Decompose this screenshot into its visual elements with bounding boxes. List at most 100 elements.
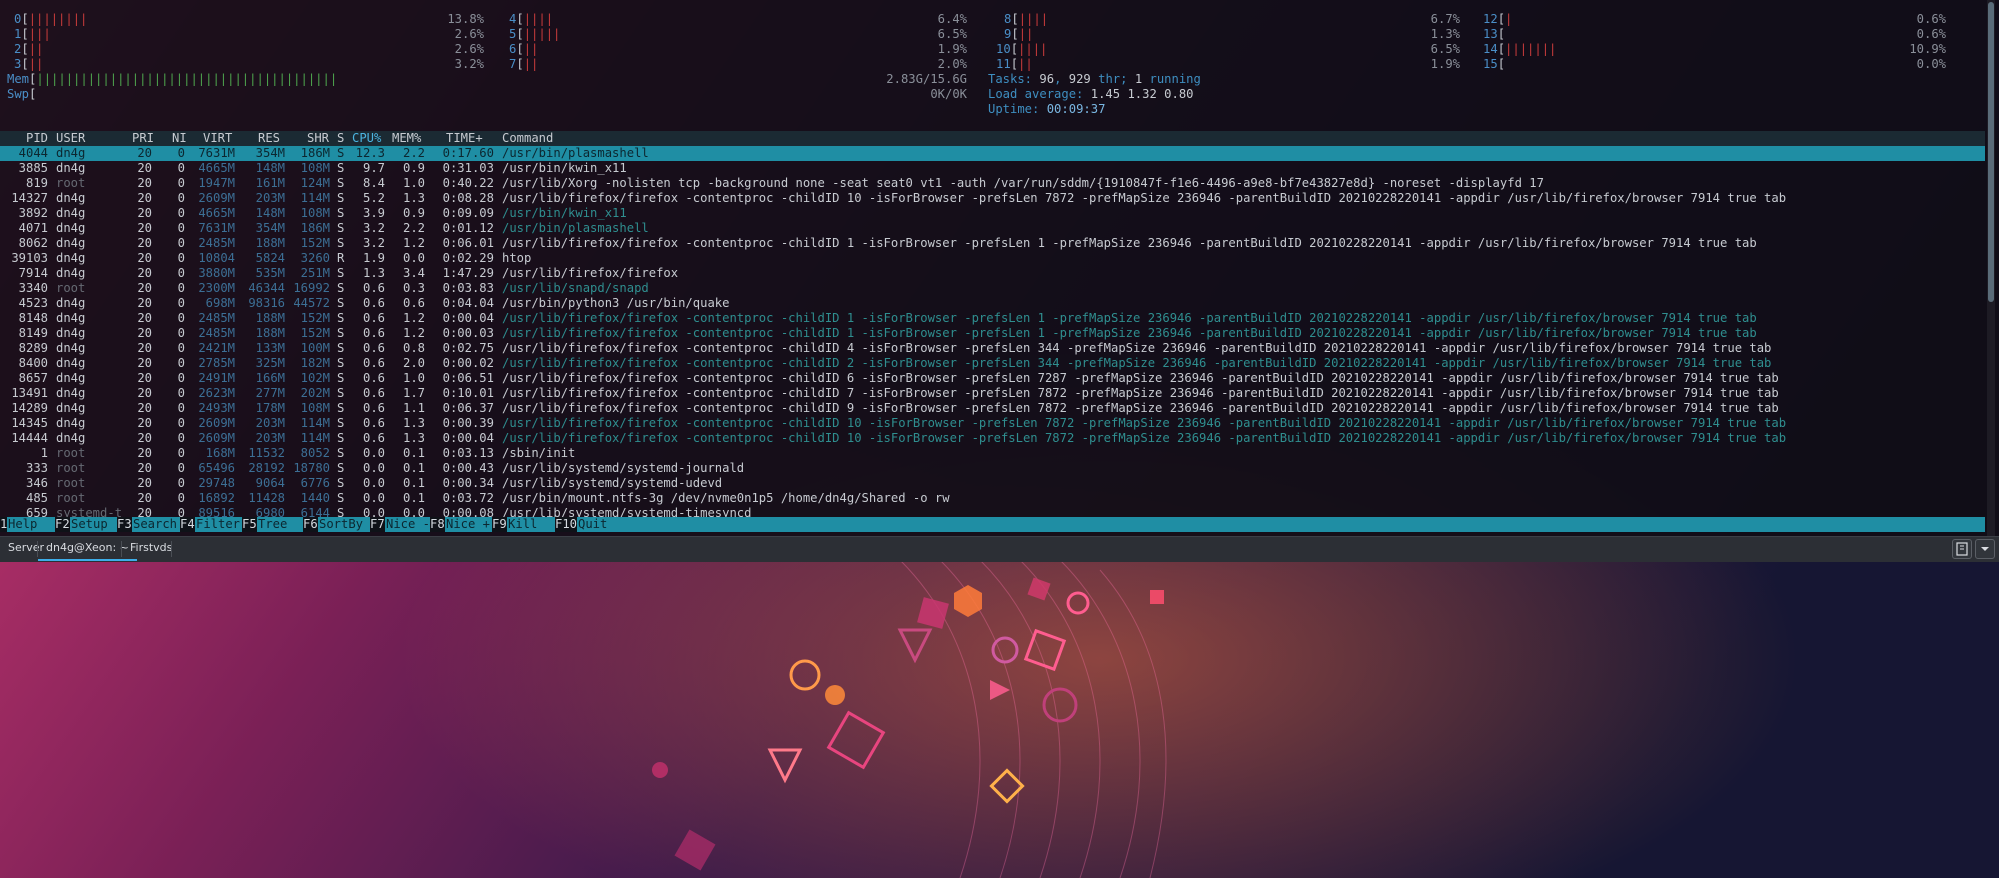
col-s[interactable]: S [337,131,344,146]
col-virt[interactable]: VIRT [203,131,232,146]
process-row[interactable]: 14327 dn4g 20 0 2609M 203M 114M S 5.2 1.3 0:08.28 /… [0,191,1985,206]
process-row[interactable]: 4071 dn4g 20 0 7631M 354M 186M S 3.2 2.2 0:01.12/u… [0,221,1985,236]
cell-virt: 698M [205,296,235,310]
col-time[interactable]: TIME+ [446,131,483,146]
cell-ni: 0 [177,206,185,220]
cell-pri: 20 [137,401,152,415]
process-row[interactable]: 346 root 20 0 29748 9064 6776 S 0.0 0.1 0:00.34/us… [0,476,1985,491]
process-row[interactable]: 14345 dn4g 20 0 2609M 203M 114M S 0.6 1.3 0:00.39 /… [0,416,1985,431]
cell-mem: 0.6 [402,296,425,310]
cell-user: dn4g [56,341,86,355]
cell-command: htop [502,251,532,265]
fkey-1[interactable]: 1 [0,517,8,532]
process-row[interactable]: 3892 dn4g 20 0 4665M 148M 108M S 3.9 0.9 0:09.09/u… [0,206,1985,221]
cell-ni: 0 [177,446,185,460]
cell-s: S [337,191,345,205]
cell-user: dn4g [56,416,86,430]
cell-pid: 4044 [18,146,48,160]
process-row[interactable]: 8062 dn4g 20 0 2485M 188M 152M S 3.2 1.2 0:06.01/u… [0,236,1985,251]
cell-mem: 2.2 [402,146,425,160]
process-row[interactable]: 14289 dn4g 20 0 2493M 178M 108M S 0.6 1.1 0:06.37 /… [0,401,1985,416]
fkey-label-f6[interactable]: SortBy [319,517,363,532]
process-row[interactable]: 3885 dn4g 20 0 4665M 148M 108M S 9.7 0.9 0:31.03/u… [0,161,1985,176]
process-row[interactable]: 39103 dn4g 20 0 10804 5824 3260 R 1.9 0.0 0:02.29 h… [0,251,1985,266]
new-tab-button[interactable] [1952,539,1972,559]
process-row[interactable]: 8289 dn4g 20 0 2421M 133M 100M S 0.6 0.8 0:02.75/u… [0,341,1985,356]
cell-s: S [337,356,345,370]
process-row[interactable]: 8148 dn4g 20 0 2485M 188M 152M S 0.6 1.2 0:00.04/u… [0,311,1985,326]
cpu-meter-14: 14[||||||| 10.9% [1483,42,1946,56]
process-row[interactable]: 8400 dn4g 20 0 2785M 325M 182M S 0.6 2.0 0:00.02/u… [0,356,1985,371]
cell-time: 0:09.09 [442,206,494,220]
cell-pri: 20 [137,356,152,370]
process-row[interactable]: 8149 dn4g 20 0 2485M 188M 152M S 0.6 1.2 0:00.03/u… [0,326,1985,341]
cell-pid: 7914 [18,266,48,280]
cell-pri: 20 [137,191,152,205]
cell-pri: 20 [137,476,152,490]
fkey-label-f8[interactable]: Nice + [446,517,490,532]
fkey-label-f7[interactable]: Nice - [386,517,430,532]
cell-pri: 20 [137,176,152,190]
process-row[interactable]: 819 root 20 0 1947M 161M 124M S 8.4 1.0 0:40.22/us… [0,176,1985,191]
fkey-f4[interactable]: F4 [180,517,195,532]
cell-mem: 1.2 [402,236,425,250]
cell-mem: 0.9 [402,206,425,220]
fkey-f3[interactable]: F3 [117,517,132,532]
fkey-label-f3[interactable]: Search [133,517,177,532]
fkey-f7[interactable]: F7 [370,517,385,532]
col-cpu[interactable]: CPU% [352,131,381,146]
cell-cpu: 0.6 [362,341,385,355]
process-row[interactable]: 4523 dn4g 20 0 698M 98316 44572 S 0.6 0.6 0:04.04 /… [0,296,1985,311]
process-row[interactable]: 8657 dn4g 20 0 2491M 166M 102M S 0.6 1.0 0:06.51/u… [0,371,1985,386]
terminal-scrollbar[interactable] [1987,0,1995,536]
cell-time: 0:03.83 [442,281,494,295]
cell-mem: 1.1 [402,401,425,415]
fkey-f8[interactable]: F8 [430,517,445,532]
fkey-f6[interactable]: F6 [303,517,318,532]
fkey-label-f10[interactable]: Quit [578,517,607,532]
cpu-meter-0: 0[|||||||| 13.8% [14,12,484,26]
cpu-meter-9: 9[|| 1.3% [1004,27,1460,41]
col-pid[interactable]: PID [26,131,48,146]
fkey-f5[interactable]: F5 [242,517,257,532]
menu-dropdown-icon [1981,547,1989,551]
terminal-window[interactable]: 0[|||||||| 13.8% 1[||| 2.6% 2[|| 2.6% 3[|| 3… [0,0,1999,536]
process-row[interactable]: 7914 dn4g 20 0 3880M 535M 251M S 1.3 3.4 1:47.29/u… [0,266,1985,281]
cell-cpu: 0.6 [362,416,385,430]
scrollbar-thumb[interactable] [1988,2,1994,302]
fkey-f9[interactable]: F9 [492,517,507,532]
fkey-f10[interactable]: F10 [555,517,578,532]
cell-shr: 108M [300,161,330,175]
process-row[interactable]: 485 root 20 0 16892 11428 1440 S 0.0 0.1 0:03.72/u… [0,491,1985,506]
cell-mem: 0.1 [402,476,425,490]
process-row[interactable]: 1 root 20 0 168M 11532 8052 S 0.0 0.1 0:03.13/sbin… [0,446,1985,461]
cell-virt: 1947M [198,176,235,190]
cell-pid: 14289 [11,401,48,415]
tab-menu-button[interactable] [1975,539,1995,559]
col-pri[interactable]: PRI [132,131,154,146]
fkey-label-f2[interactable]: Setup [71,517,108,532]
cell-s: R [337,251,345,265]
fkey-label-f9[interactable]: Kill [508,517,537,532]
fkey-label-1[interactable]: Help [8,517,37,532]
col-shr[interactable]: SHR [307,131,329,146]
col-res[interactable]: RES [258,131,280,146]
process-row[interactable]: 3340 root 20 0 2300M 46344 16992 S 0.6 0.3 0:03.83… [0,281,1985,296]
process-row[interactable]: 333 root 20 0 65496 28192 18780 S 0.0 0.1 0:00.43 /… [0,461,1985,476]
cell-ni: 0 [177,311,185,325]
fkey-f2[interactable]: F2 [55,517,70,532]
fkey-label-f4[interactable]: Filter [196,517,240,532]
process-row[interactable]: 13491 dn4g 20 0 2623M 277M 202M S 0.6 1.7 0:10.01 /… [0,386,1985,401]
col-mem[interactable]: MEM% [392,131,421,146]
fkey-label-f5[interactable]: Tree [258,517,287,532]
cell-command: /usr/bin/plasmashell [502,221,649,235]
process-row[interactable]: 14444 dn4g 20 0 2609M 203M 114M S 0.6 1.3 0:00.04 /… [0,431,1985,446]
cell-s: S [337,491,345,505]
cell-s: S [337,146,345,160]
process-row-selected[interactable]: 4044 dn4g 20 0 7631M 354M 186M S 12.3 2.2 0:17.60 /… [0,146,1985,161]
cell-virt: 3880M [198,266,235,280]
col-user[interactable]: USER [56,131,85,146]
col-ni[interactable]: NI [172,131,187,146]
cell-pid: 14327 [11,191,48,205]
col-command[interactable]: Command [502,131,553,146]
